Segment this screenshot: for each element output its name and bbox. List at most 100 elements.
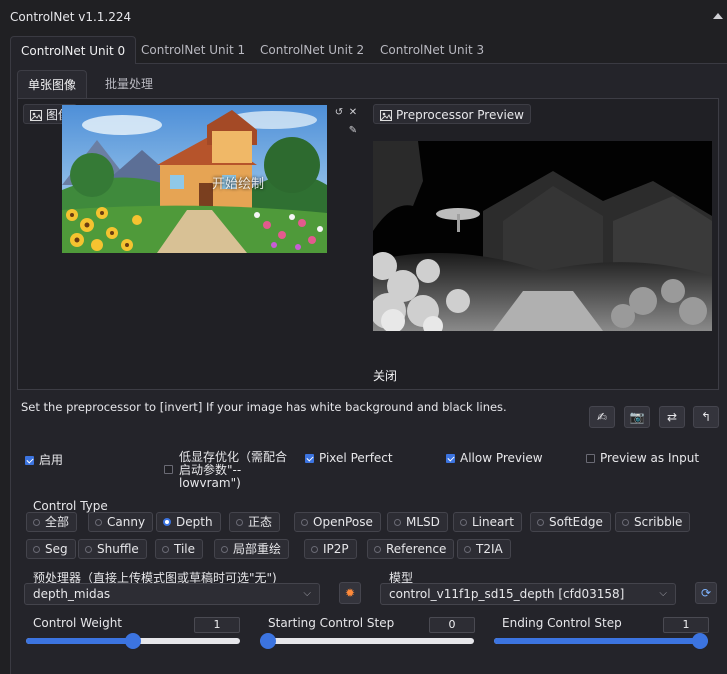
preprocessor-value: depth_midas xyxy=(33,587,111,601)
radio-label: Tile xyxy=(174,542,196,556)
swap-icon-button[interactable]: ⇄ xyxy=(659,406,685,428)
end-step-label: Ending Control Step xyxy=(502,616,622,630)
radio-dot[interactable] xyxy=(460,519,467,526)
radio-dot[interactable] xyxy=(221,546,228,553)
radio-dot[interactable] xyxy=(622,519,629,526)
control-weight-label: Control Weight xyxy=(33,616,122,630)
radio-dot[interactable] xyxy=(85,546,92,553)
collapse-icon[interactable] xyxy=(713,13,723,19)
checkbox-box[interactable] xyxy=(305,454,314,463)
checkbox-box[interactable] xyxy=(25,456,34,465)
control-type-title: Control Type xyxy=(33,499,108,513)
radio-dot[interactable] xyxy=(162,546,169,553)
radio-dot[interactable] xyxy=(464,546,471,553)
radio-scribble[interactable]: Scribble xyxy=(615,512,691,532)
radio-label: Canny xyxy=(107,515,146,529)
checkbox-box[interactable] xyxy=(164,465,173,474)
radio-seg[interactable]: Seg xyxy=(26,539,76,559)
radio-dot[interactable] xyxy=(33,519,40,526)
radio-dot[interactable] xyxy=(236,519,243,526)
low-vram-checkbox[interactable]: 低显存优化（需配合启动参数"--lowvram") xyxy=(164,451,294,490)
radio-label: Seg xyxy=(45,542,68,556)
radio-label: Shuffle xyxy=(97,542,139,556)
radio-label: 全部 xyxy=(45,515,70,529)
panel-title: ControlNet v1.1.224 xyxy=(10,10,132,24)
radio-canny[interactable]: Canny xyxy=(88,512,154,532)
invert-hint: Set the preprocessor to [invert] If your… xyxy=(21,400,507,414)
radio-label: Reference xyxy=(386,542,447,556)
model-select[interactable]: control_v11f1p_sd15_depth [cfd03158] ⌵ xyxy=(380,583,676,605)
unit-tabs: ControlNet Unit 0 ControlNet Unit 1 Cont… xyxy=(10,36,727,65)
image-icon xyxy=(380,110,392,121)
radio-label: Scribble xyxy=(634,515,683,529)
radio-dot[interactable] xyxy=(311,546,318,553)
radio-label: 局部重绘 xyxy=(233,542,282,556)
run-preprocessor-button[interactable]: ✹ xyxy=(339,582,361,604)
chevron-down-icon: ⌵ xyxy=(659,588,667,599)
camera-icon-button[interactable]: 📷 xyxy=(624,406,650,428)
tab-unit-1[interactable]: ControlNet Unit 1 xyxy=(131,36,255,64)
pixel-perfect-checkbox[interactable]: Pixel Perfect xyxy=(305,451,393,465)
slider-thumb[interactable] xyxy=(125,633,141,649)
enable-label: 启用 xyxy=(39,453,64,467)
radio-label: OpenPose xyxy=(313,515,373,529)
radio-normal[interactable]: 正态 xyxy=(229,512,281,532)
radio-label: T2IA xyxy=(476,542,503,556)
slider-thumb[interactable] xyxy=(692,633,708,649)
radio-dot[interactable] xyxy=(301,519,308,526)
preview-label: Preprocessor Preview xyxy=(373,104,531,124)
send-icon-button[interactable]: ↰ xyxy=(693,406,719,428)
radio-dot[interactable] xyxy=(33,546,40,553)
radio-softedge[interactable]: SoftEdge xyxy=(530,512,611,532)
radio-mlsd[interactable]: MLSD xyxy=(387,512,448,532)
radio-dot[interactable] xyxy=(95,519,102,526)
radio-label: 正态 xyxy=(248,515,273,529)
brush-icon[interactable]: ✎ xyxy=(346,124,360,138)
start-step-input[interactable]: 0 xyxy=(429,617,475,633)
allow-preview-label: Allow Preview xyxy=(460,451,543,465)
radio-dot[interactable] xyxy=(394,519,401,526)
edit-icon-button[interactable]: ✍ xyxy=(589,406,615,428)
start-step-slider[interactable] xyxy=(260,633,474,649)
end-step-input[interactable]: 1 xyxy=(663,617,709,633)
allow-preview-checkbox[interactable]: Allow Preview xyxy=(446,451,543,465)
refresh-models-button[interactable]: ⟳ xyxy=(695,582,717,604)
preprocessor-select[interactable]: depth_midas ⌵ xyxy=(24,583,320,605)
low-vram-label: 低显存优化（需配合启动参数"--lowvram") xyxy=(179,450,288,490)
draw-overlay-text[interactable]: 开始绘制 xyxy=(212,173,264,192)
radio-tile[interactable]: Tile xyxy=(155,539,204,559)
tab-unit-3[interactable]: ControlNet Unit 3 xyxy=(370,36,494,64)
radio-reference[interactable]: Reference xyxy=(367,539,455,559)
model-value: control_v11f1p_sd15_depth [cfd03158] xyxy=(389,587,625,601)
reset-icon[interactable]: ↺ xyxy=(332,106,346,120)
radio-dot[interactable] xyxy=(537,519,544,526)
slider-thumb[interactable] xyxy=(260,633,276,649)
control-weight-input[interactable]: 1 xyxy=(194,617,240,633)
radio-all[interactable]: 全部 xyxy=(26,512,78,532)
radio-depth[interactable]: Depth xyxy=(156,512,221,532)
tab-unit-2[interactable]: ControlNet Unit 2 xyxy=(250,36,374,64)
radio-t2ia[interactable]: T2IA xyxy=(457,539,511,559)
control-weight-slider[interactable] xyxy=(26,633,240,649)
radio-lineart[interactable]: Lineart xyxy=(453,512,522,532)
chevron-down-icon: ⌵ xyxy=(303,588,311,599)
checkbox-box[interactable] xyxy=(446,454,455,463)
radio-label: Lineart xyxy=(472,515,514,529)
radio-openpose[interactable]: OpenPose xyxy=(294,512,381,532)
radio-shuffle[interactable]: Shuffle xyxy=(78,539,147,559)
preview-as-input-checkbox[interactable]: Preview as Input xyxy=(586,451,699,465)
radio-ip2p[interactable]: IP2P xyxy=(304,539,357,559)
radio-dot[interactable] xyxy=(163,518,171,526)
source-image[interactable]: 开始绘制 xyxy=(62,105,327,253)
close-preview-button[interactable]: 关闭 xyxy=(373,367,397,384)
radio-dot[interactable] xyxy=(374,546,381,553)
slider-fill xyxy=(494,638,708,644)
clear-icon[interactable]: ✕ xyxy=(346,106,360,120)
enable-checkbox[interactable]: 启用 xyxy=(25,451,63,468)
checkbox-box[interactable] xyxy=(586,454,595,463)
tab-batch[interactable]: 批量处理 xyxy=(95,70,163,98)
radio-inpaint[interactable]: 局部重绘 xyxy=(214,539,290,559)
end-step-slider[interactable] xyxy=(494,633,708,649)
tab-unit-0[interactable]: ControlNet Unit 0 xyxy=(10,36,137,65)
tab-single-image[interactable]: 单张图像 xyxy=(17,70,88,98)
